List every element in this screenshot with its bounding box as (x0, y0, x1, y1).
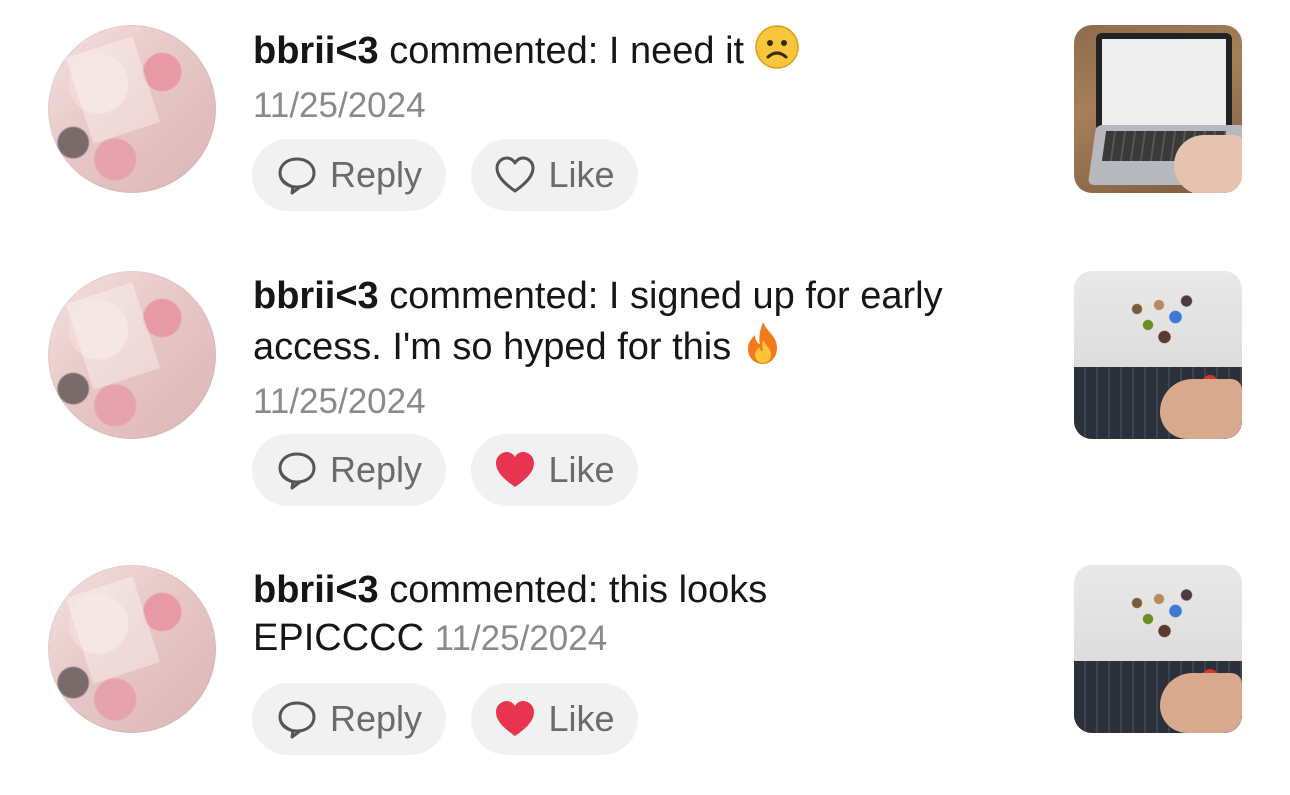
heart-filled-icon (494, 699, 536, 739)
comment-username[interactable]: bbrii<3 (253, 275, 379, 317)
comment-action: commented: (389, 569, 599, 611)
fire-emoji-icon (741, 320, 785, 378)
photo-collage (1104, 575, 1214, 655)
frowning-face-emoji-icon (754, 24, 800, 82)
laptop-screen (1096, 33, 1232, 131)
reply-button[interactable]: Reply (252, 139, 446, 211)
comment-text-block: bbrii<3 commented: I signed up for early… (253, 272, 1013, 426)
comment-text-block: bbrii<3 commented: this looks EPICCCC 11… (253, 566, 873, 663)
user-avatar[interactable] (48, 271, 216, 439)
comment-username[interactable]: bbrii<3 (253, 30, 379, 72)
video-thumbnail[interactable] (1074, 271, 1242, 439)
reply-button[interactable]: Reply (252, 683, 446, 755)
user-avatar[interactable] (48, 565, 216, 733)
like-button[interactable]: Like (471, 139, 638, 211)
user-avatar[interactable] (48, 25, 216, 193)
reply-label: Reply (329, 154, 423, 195)
comment-action: commented: (389, 275, 599, 317)
like-label: Like (548, 449, 615, 490)
like-button[interactable]: Like (471, 683, 638, 755)
heart-outline-icon (494, 155, 536, 195)
photo-collage (1104, 281, 1214, 361)
like-label: Like (548, 154, 615, 195)
hand (1160, 379, 1242, 439)
comment-text-block: bbrii<3 commented: I need it 11/25/2024 (253, 24, 1013, 130)
video-thumbnail[interactable] (1074, 25, 1242, 193)
like-label: Like (548, 698, 615, 739)
reply-label: Reply (329, 449, 423, 490)
comment-date: 11/25/2024 (434, 619, 608, 658)
video-thumbnail[interactable] (1074, 565, 1242, 733)
reply-button[interactable]: Reply (252, 434, 446, 506)
like-button[interactable]: Like (471, 434, 638, 506)
hand (1174, 135, 1242, 193)
hand (1160, 673, 1242, 733)
reply-bubble-icon (276, 698, 318, 740)
comment-body: I need it (608, 30, 745, 73)
comment-action: commented: (389, 30, 599, 73)
reply-bubble-icon (276, 449, 318, 491)
comment-username[interactable]: bbrii<3 (253, 569, 379, 611)
reply-bubble-icon (276, 154, 318, 196)
comment-date: 11/25/2024 (253, 86, 426, 125)
heart-filled-icon (494, 450, 536, 490)
comment-date: 11/25/2024 (253, 382, 426, 421)
reply-label: Reply (329, 698, 423, 739)
